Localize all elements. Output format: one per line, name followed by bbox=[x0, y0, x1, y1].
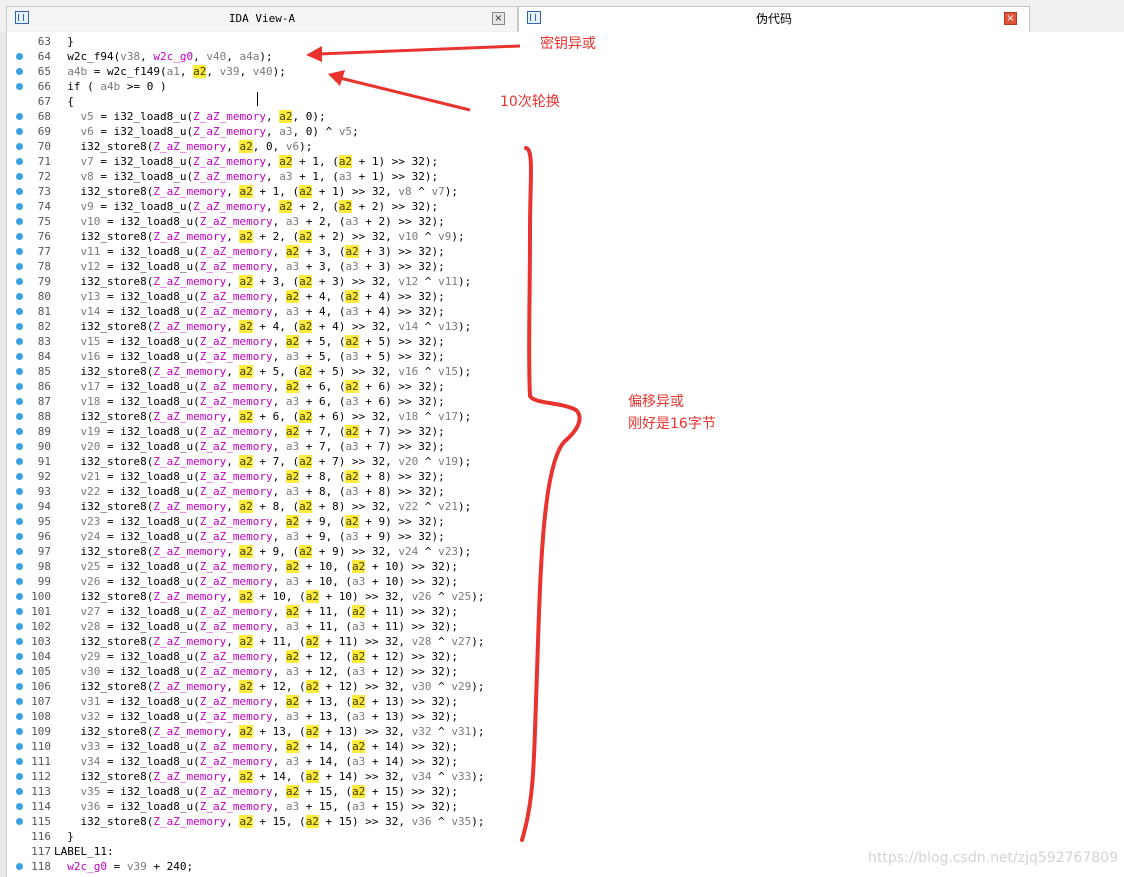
annotation-16-bytes: 刚好是16字节 bbox=[628, 416, 716, 432]
annotation-rounds: 10次轮换 bbox=[500, 94, 560, 110]
annotation-key-xor: 密钥异或 bbox=[540, 36, 596, 52]
arrow-rounds-head bbox=[328, 70, 345, 86]
arrow-rounds bbox=[339, 76, 471, 112]
arrow-key-xor-head bbox=[306, 46, 322, 62]
ida-window: IDA View-A × 伪代码 × 63 } 64 w2c_f94(v38, w… bbox=[0, 0, 1124, 877]
watermark: https://blog.csdn.net/zjq592767809 bbox=[868, 850, 1119, 866]
annotation-overlay bbox=[306, 44, 582, 842]
annotation-offset-xor: 偏移异或 bbox=[628, 394, 684, 410]
arrow-key-xor bbox=[317, 44, 521, 56]
curly-brace bbox=[520, 146, 582, 842]
